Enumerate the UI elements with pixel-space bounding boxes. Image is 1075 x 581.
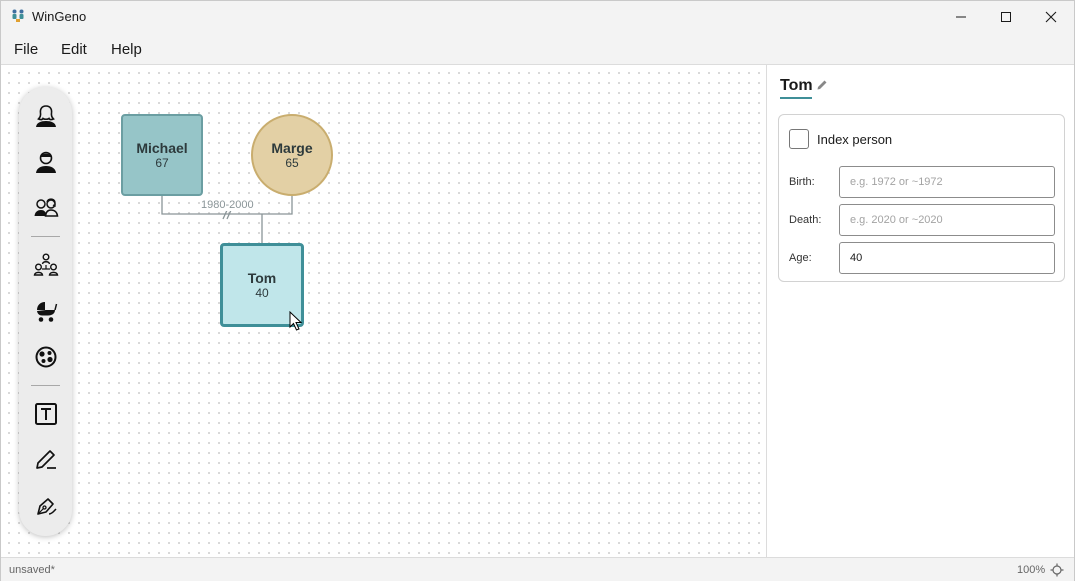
toolbar-separator	[31, 385, 60, 386]
add-text-tool[interactable]	[33, 401, 59, 427]
person-name: Michael	[136, 139, 188, 156]
pen-icon	[36, 450, 56, 469]
save-status: unsaved*	[9, 564, 55, 576]
menu-help[interactable]: Help	[111, 41, 142, 58]
person-details-card: Index person Birth: Death: Age:	[778, 114, 1065, 282]
window-title: WinGeno	[32, 9, 87, 24]
selected-person-name: Tom	[780, 77, 813, 94]
person-node-michael[interactable]: Michael 67	[121, 114, 203, 196]
relationship-lines	[161, 195, 293, 243]
birth-label: Birth:	[789, 176, 815, 188]
index-person-label[interactable]: Index person	[817, 132, 892, 147]
person-node-marge[interactable]: Marge 65	[251, 114, 333, 196]
person-age: 65	[285, 155, 299, 170]
male-person-icon	[36, 151, 56, 173]
menu-file[interactable]: File	[14, 41, 38, 58]
age-input[interactable]	[839, 242, 1055, 274]
relationship-years-label[interactable]: 1980-2000	[200, 199, 255, 211]
death-input[interactable]	[839, 204, 1055, 236]
age-label: Age:	[789, 252, 812, 264]
add-female-tool[interactable]	[33, 103, 59, 129]
add-family-tool[interactable]	[33, 252, 59, 278]
zoom-level: 100%	[1017, 564, 1046, 576]
minimize-button[interactable]	[938, 1, 984, 32]
close-icon	[1045, 11, 1057, 22]
maximize-button[interactable]	[983, 1, 1029, 32]
freehand-draw-icon	[37, 498, 57, 515]
toolbar-separator	[31, 236, 60, 237]
female-person-icon	[36, 105, 56, 127]
title-underline	[780, 97, 812, 99]
edit-name-button[interactable]	[816, 78, 828, 96]
menu-bar: File Edit Help	[1, 32, 1074, 65]
death-label: Death:	[789, 214, 822, 226]
minimize-icon	[956, 16, 966, 17]
add-condition-tool[interactable]	[33, 344, 59, 370]
maximize-icon	[1001, 11, 1011, 22]
birth-input[interactable]	[839, 166, 1055, 198]
close-button[interactable]	[1028, 1, 1074, 32]
person-age: 67	[155, 155, 169, 170]
family-icon	[33, 253, 59, 276]
text-box-icon	[35, 403, 57, 425]
menu-edit[interactable]: Edit	[61, 41, 87, 58]
app-window: WinGeno File Edit Help 1980-2000 Michael…	[0, 0, 1075, 581]
add-couple-tool[interactable]	[33, 195, 59, 221]
person-name: Marge	[271, 139, 313, 156]
wingeno-logo-icon	[11, 9, 25, 23]
draw-line-tool[interactable]	[33, 447, 59, 473]
couple-icon	[34, 198, 59, 217]
person-name: Tom	[247, 269, 277, 286]
freehand-tool[interactable]	[33, 493, 59, 519]
fit-view-button[interactable]	[1050, 563, 1064, 581]
properties-panel: Tom Index person Birth: Death: Age:	[766, 65, 1074, 557]
pedigree-canvas[interactable]: 1980-2000 Michael 67 Marge 65 Tom 40	[1, 65, 766, 557]
pencil-icon	[817, 80, 827, 90]
mouse-cursor-icon	[289, 311, 303, 331]
person-age: 40	[255, 285, 269, 300]
title-bar[interactable]: WinGeno	[1, 1, 1074, 32]
stroller-icon	[37, 302, 58, 322]
status-bar: unsaved* 100%	[1, 557, 1074, 581]
add-male-tool[interactable]	[33, 149, 59, 175]
center-view-icon	[1050, 563, 1064, 577]
index-person-checkbox[interactable]	[789, 129, 809, 149]
add-child-tool[interactable]	[33, 298, 59, 324]
tool-palette	[19, 87, 72, 536]
disease-icon	[35, 346, 57, 368]
